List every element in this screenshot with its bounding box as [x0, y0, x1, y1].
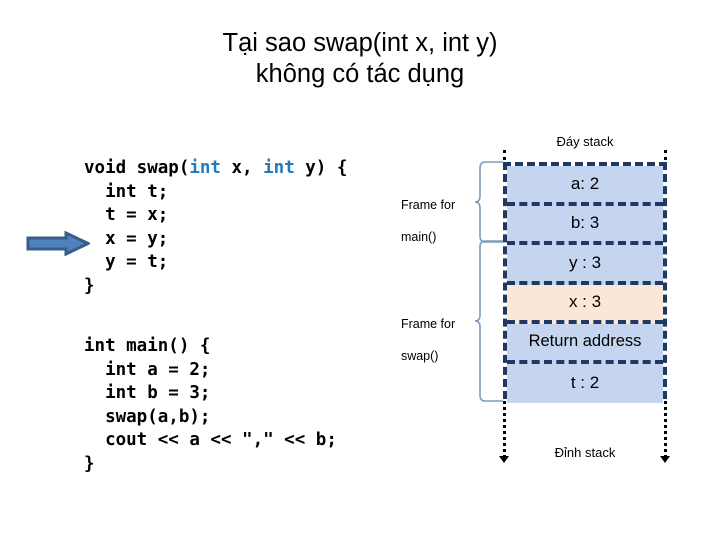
- code-text: }: [84, 275, 95, 296]
- stack-table: a: 2 b: 3 y : 3 x : 3 Return address t : 2: [503, 162, 667, 403]
- stack-cell-label: y : 3: [568, 252, 602, 272]
- bracket-frame-main: [472, 160, 506, 249]
- code-line: void swap(int x, int y) {: [84, 158, 347, 178]
- stack-caption-bottom-of-stack: Đáy stack: [556, 134, 614, 149]
- code-text: x = y;: [84, 228, 169, 249]
- code-text: void swap(: [84, 158, 190, 178]
- current-execution-arrow-icon: [26, 231, 90, 256]
- code-line: x = y;: [84, 229, 168, 249]
- frame-swap-line-1: Frame for: [400, 317, 456, 331]
- page-title: Tại sao swap(int x, int y) không có tác …: [40, 28, 680, 90]
- stack-cell: y : 3: [507, 245, 663, 285]
- code-text: int main() {: [84, 336, 211, 356]
- code-line: int a = 2;: [84, 360, 210, 380]
- stack-cell-label: b: 3: [570, 213, 600, 233]
- stack-diagram: a: 2 b: 3 y : 3 x : 3 Return address t : 2: [503, 162, 667, 403]
- stack-cell: t : 2: [507, 363, 663, 403]
- code-line: cout << a << "," << b;: [84, 430, 337, 450]
- code-line: int main() {: [84, 336, 210, 356]
- code-text: int t;: [84, 181, 169, 202]
- bracket-frame-swap: [472, 239, 506, 408]
- code-line: int t;: [84, 182, 168, 202]
- code-text: int a = 2;: [84, 359, 211, 380]
- frame-main-line-2: main(): [400, 230, 437, 244]
- code-line: }: [84, 454, 95, 474]
- stack-caption-top-of-stack: Đỉnh stack: [554, 445, 616, 460]
- title-line-1: Tại sao swap(int x, int y): [222, 29, 498, 57]
- frame-swap-line-2: swap(): [400, 349, 439, 363]
- stack-cell: b: 3: [507, 205, 663, 245]
- frame-main-line-1: Frame for: [400, 198, 456, 212]
- stack-cell-label: t : 2: [570, 373, 600, 393]
- code-line: int b = 3;: [84, 383, 210, 403]
- code-text: int b = 3;: [84, 383, 211, 404]
- code-line: swap(a,b);: [84, 407, 210, 427]
- stack-cell-label: x : 3: [568, 292, 602, 312]
- code-line: }: [84, 276, 95, 296]
- code-line: t = x;: [84, 205, 168, 225]
- stack-cell: x : 3: [507, 284, 663, 324]
- stack-cell-label: a: 2: [570, 173, 600, 193]
- stack-cell: a: 2: [507, 166, 663, 206]
- code-text: swap(a,b);: [84, 406, 211, 427]
- code-line: y = t;: [84, 252, 168, 272]
- code-text: y = t;: [84, 252, 169, 273]
- stack-cell-label: Return address: [528, 332, 642, 351]
- code-text: y) {: [294, 158, 348, 178]
- stack-cell: Return address: [507, 324, 663, 364]
- code-text: t = x;: [84, 205, 169, 226]
- code-text: x,: [220, 158, 264, 178]
- main-function-code: int main() { int a = 2; int b = 3; swap(…: [84, 335, 337, 477]
- code-text: cout << a << "," << b;: [84, 430, 337, 451]
- code-keyword: int: [263, 158, 295, 178]
- title-line-2: không có tác dụng: [255, 60, 465, 88]
- code-text: }: [84, 453, 95, 474]
- swap-function-code: void swap(int x, int y) { int t; t = x; …: [84, 157, 347, 299]
- code-keyword: int: [189, 158, 221, 178]
